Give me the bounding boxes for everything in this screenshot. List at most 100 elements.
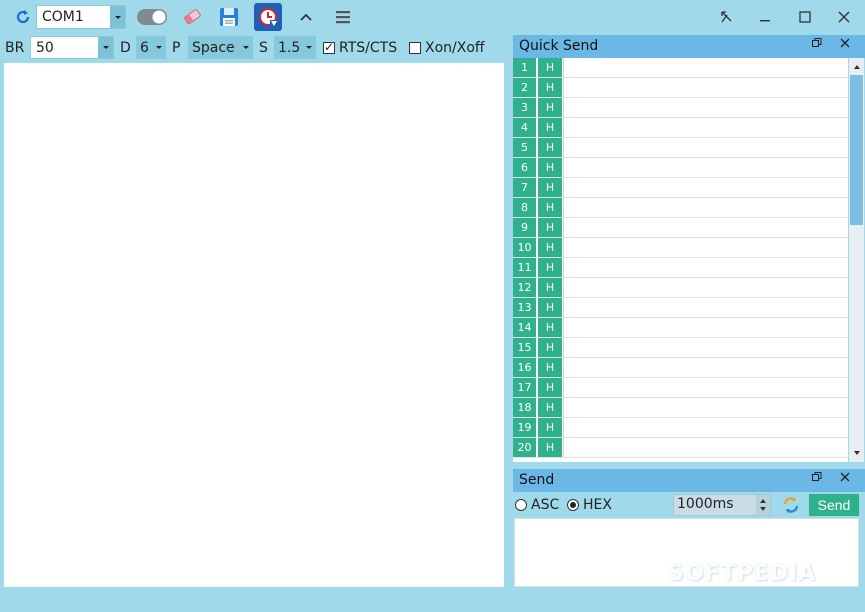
quick-send-field[interactable] [563, 438, 848, 457]
save-icon[interactable] [217, 5, 241, 29]
interval-spinbox[interactable]: 1000ms [673, 494, 771, 516]
quick-send-hex-toggle[interactable]: H [538, 138, 562, 157]
scroll-down-icon[interactable] [849, 445, 864, 460]
quick-send-field[interactable] [563, 158, 848, 177]
quick-send-row-number[interactable]: 2 [513, 78, 537, 97]
quick-send-row-number[interactable]: 3 [513, 98, 537, 117]
quick-send-row-number[interactable]: 4 [513, 118, 537, 137]
maximize-icon[interactable] [795, 7, 815, 27]
quick-send-hex-toggle[interactable]: H [538, 238, 562, 257]
quick-send-field[interactable] [563, 358, 848, 377]
toggle-switch-icon[interactable] [136, 8, 168, 26]
quick-send-field[interactable] [563, 378, 848, 397]
quick-send-row-number[interactable]: 5 [513, 138, 537, 157]
close-icon[interactable] [839, 37, 851, 53]
quick-send-field[interactable] [563, 198, 848, 217]
chevron-down-icon[interactable] [98, 37, 113, 58]
asc-radio[interactable] [515, 499, 527, 511]
quick-send-field[interactable] [563, 318, 848, 337]
quick-send-row-number[interactable]: 20 [513, 438, 537, 457]
eraser-icon[interactable] [180, 5, 204, 29]
quick-send-hex-toggle[interactable]: H [538, 178, 562, 197]
quick-send-hex-toggle[interactable]: H [538, 58, 562, 77]
quick-send-hex-toggle[interactable]: H [538, 98, 562, 117]
quick-send-hex-toggle[interactable]: H [538, 418, 562, 437]
chevron-up-icon[interactable] [296, 7, 316, 27]
data-bits-select[interactable]: 6 [136, 36, 166, 59]
quick-send-row-number[interactable]: 11 [513, 258, 537, 277]
quick-send-row-number[interactable]: 1 [513, 58, 537, 77]
chevron-down-icon[interactable] [240, 37, 252, 58]
chevron-down-icon[interactable] [110, 6, 125, 28]
quick-send-hex-toggle[interactable]: H [538, 358, 562, 377]
restore-icon[interactable] [811, 37, 823, 53]
hex-radio[interactable] [567, 499, 579, 511]
quick-send-row-number[interactable]: 12 [513, 278, 537, 297]
close-icon[interactable] [834, 7, 854, 27]
rts-cts-checkbox[interactable] [323, 39, 335, 55]
quick-send-hex-toggle[interactable]: H [538, 378, 562, 397]
auto-repeat-icon[interactable] [779, 494, 803, 516]
quick-send-field[interactable] [563, 398, 848, 417]
chevron-down-icon[interactable] [153, 37, 165, 58]
quick-send-row-number[interactable]: 8 [513, 198, 537, 217]
quick-send-row-number[interactable]: 7 [513, 178, 537, 197]
quick-send-field[interactable] [563, 258, 848, 277]
quick-send-hex-toggle[interactable]: H [538, 318, 562, 337]
quick-send-field[interactable] [563, 78, 848, 97]
quick-send-row-number[interactable]: 17 [513, 378, 537, 397]
send-button[interactable]: Send [809, 494, 859, 516]
refresh-icon[interactable] [12, 7, 34, 27]
quick-send-field[interactable] [563, 298, 848, 317]
quick-send-field[interactable] [563, 418, 848, 437]
quick-send-row-number[interactable]: 10 [513, 238, 537, 257]
chevron-down-icon[interactable] [303, 37, 315, 58]
quick-send-scrollbar[interactable] [849, 58, 864, 462]
quick-send-row-number[interactable]: 13 [513, 298, 537, 317]
scroll-up-icon[interactable] [849, 59, 864, 74]
minimize-icon[interactable] [755, 7, 775, 27]
scroll-thumb[interactable] [850, 75, 863, 225]
quick-send-field[interactable] [563, 218, 848, 237]
quick-send-row-number[interactable]: 14 [513, 318, 537, 337]
quick-send-hex-toggle[interactable]: H [538, 218, 562, 237]
quick-send-hex-toggle[interactable]: H [538, 338, 562, 357]
interval-spin-buttons[interactable] [756, 495, 770, 515]
quick-send-field[interactable] [563, 58, 848, 77]
pin-icon[interactable] [716, 7, 736, 27]
quick-send-row-number[interactable]: 15 [513, 338, 537, 357]
quick-send-hex-toggle[interactable]: H [538, 158, 562, 177]
quick-send-hex-toggle[interactable]: H [538, 198, 562, 217]
quick-send-field[interactable] [563, 238, 848, 257]
quick-send-field[interactable] [563, 138, 848, 157]
quick-send-row-number[interactable]: 18 [513, 398, 537, 417]
quick-send-field[interactable] [563, 98, 848, 117]
restore-icon[interactable] [811, 471, 823, 487]
quick-send-row-number[interactable]: 19 [513, 418, 537, 437]
quick-send-hex-toggle[interactable]: H [538, 398, 562, 417]
quick-send-field[interactable] [563, 338, 848, 357]
quick-send-field[interactable] [563, 178, 848, 197]
parity-select[interactable]: Space [188, 36, 253, 59]
stop-bits-select[interactable]: 1.5 [274, 36, 316, 59]
quick-send-field[interactable] [563, 118, 848, 137]
spin-up-icon[interactable] [760, 499, 766, 503]
port-select[interactable]: COM1 [36, 5, 126, 29]
receive-textarea[interactable] [4, 63, 504, 587]
xon-xoff-checkbox[interactable] [409, 42, 421, 54]
quick-send-row-number[interactable]: 9 [513, 218, 537, 237]
quick-send-row-number[interactable]: 16 [513, 358, 537, 377]
menu-icon[interactable] [333, 7, 353, 27]
quick-send-hex-toggle[interactable]: H [538, 438, 562, 457]
quick-send-row-number[interactable]: 6 [513, 158, 537, 177]
baud-rate-select[interactable]: 50 [30, 36, 114, 59]
quick-send-hex-toggle[interactable]: H [538, 118, 562, 137]
quick-send-hex-toggle[interactable]: H [538, 258, 562, 277]
quick-send-hex-toggle[interactable]: H [538, 278, 562, 297]
timer-clock-icon[interactable] [254, 3, 282, 31]
quick-send-hex-toggle[interactable]: H [538, 78, 562, 97]
close-icon[interactable] [839, 471, 851, 487]
quick-send-field[interactable] [563, 278, 848, 297]
quick-send-hex-toggle[interactable]: H [538, 298, 562, 317]
spin-down-icon[interactable] [760, 507, 766, 511]
